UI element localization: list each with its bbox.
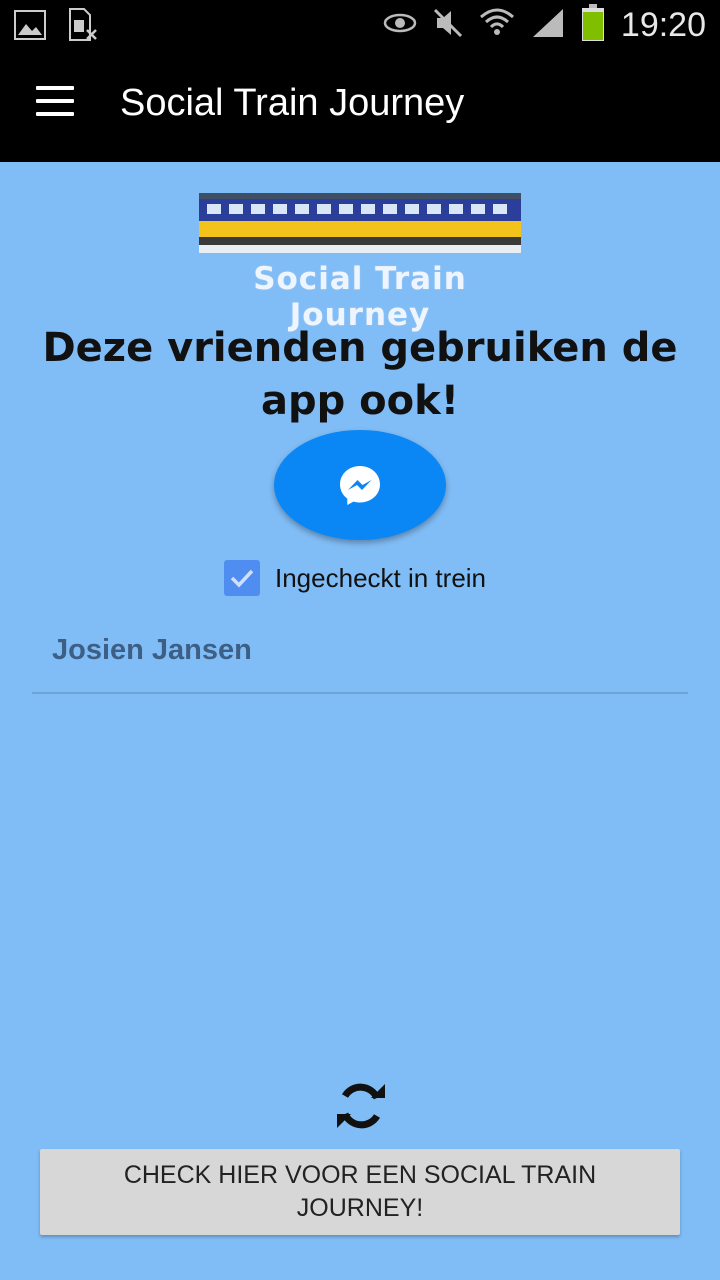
mute-icon bbox=[433, 8, 463, 43]
page-heading: Deze vrienden gebruiken de app ook! bbox=[42, 325, 678, 424]
wifi-icon bbox=[479, 7, 515, 44]
list-divider bbox=[32, 692, 688, 694]
checkin-checkbox-label: Ingecheckt in trein bbox=[275, 562, 487, 593]
refresh-button[interactable] bbox=[333, 1078, 389, 1134]
messenger-icon bbox=[340, 466, 380, 505]
battery-icon bbox=[581, 4, 605, 47]
signal-icon bbox=[531, 7, 565, 44]
checkin-checkbox-row[interactable]: Ingecheckt in trein bbox=[224, 558, 486, 598]
friend-list-item[interactable]: Josien Jansen bbox=[52, 634, 252, 667]
checkin-checkbox[interactable] bbox=[224, 560, 260, 596]
refresh-icon bbox=[337, 1083, 385, 1129]
checkmark-icon bbox=[230, 569, 254, 588]
app-logo: Social Train Journey bbox=[199, 193, 521, 333]
gallery-icon bbox=[14, 10, 46, 45]
eye-icon bbox=[383, 12, 417, 39]
check-journey-button[interactable]: CHECK HIER VOOR EEN SOCIAL TRAIN JOURNEY… bbox=[40, 1149, 680, 1235]
app-bar: Social Train Journey bbox=[0, 50, 720, 162]
sim-card-icon bbox=[68, 8, 98, 47]
status-bar: 19:20 bbox=[0, 0, 720, 50]
train-image bbox=[199, 193, 521, 253]
hamburger-menu-icon[interactable] bbox=[30, 86, 78, 126]
app-title: Social Train Journey bbox=[120, 82, 465, 124]
messenger-button[interactable] bbox=[274, 430, 446, 540]
status-time: 19:20 bbox=[620, 6, 706, 44]
check-journey-button-label: CHECK HIER VOOR EEN SOCIAL TRAIN JOURNEY… bbox=[123, 1161, 597, 1222]
